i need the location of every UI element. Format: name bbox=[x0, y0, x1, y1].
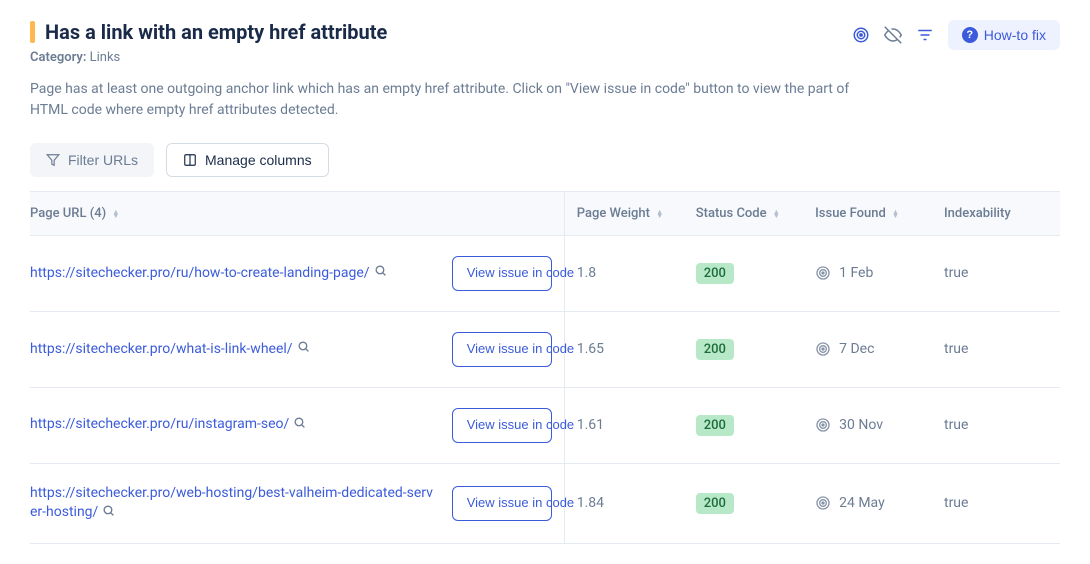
filter-urls-button[interactable]: Filter URLs bbox=[30, 143, 154, 177]
cell-indexability: true bbox=[932, 387, 1060, 463]
th-indexability: Indexability bbox=[932, 192, 1060, 236]
cell-issue-found: 24 May bbox=[803, 463, 932, 543]
manage-columns-button[interactable]: Manage columns bbox=[166, 143, 329, 177]
table-row: https://sitechecker.pro/web-hosting/best… bbox=[30, 463, 1060, 543]
view-issue-button[interactable]: View issue in code bbox=[452, 408, 552, 443]
view-issue-button[interactable]: View issue in code bbox=[452, 256, 552, 291]
issue-date: 30 Nov bbox=[839, 417, 883, 433]
issue-date: 7 Dec bbox=[839, 341, 874, 357]
how-to-fix-button[interactable]: ? How-to fix bbox=[948, 20, 1060, 50]
view-issue-button[interactable]: View issue in code bbox=[452, 332, 552, 367]
severity-indicator bbox=[30, 21, 35, 43]
th-status-code[interactable]: Status Code ▲▼ bbox=[684, 192, 803, 236]
th-issue-found[interactable]: Issue Found ▲▼ bbox=[803, 192, 932, 236]
sort-icon: ▲▼ bbox=[892, 210, 899, 218]
how-to-fix-label: How-to fix bbox=[984, 27, 1046, 43]
magnify-icon[interactable] bbox=[102, 504, 115, 521]
magnify-icon[interactable] bbox=[293, 416, 306, 433]
cell-url: https://sitechecker.pro/what-is-link-whe… bbox=[30, 311, 564, 387]
category-line: Category: Links bbox=[30, 50, 852, 65]
target-icon bbox=[815, 265, 831, 281]
cell-issue-found: 1 Feb bbox=[803, 236, 932, 312]
cell-issue-found: 7 Dec bbox=[803, 311, 932, 387]
filter-urls-label: Filter URLs bbox=[68, 152, 138, 168]
page-url-link[interactable]: https://sitechecker.pro/what-is-link-whe… bbox=[30, 341, 293, 357]
cell-weight: 1.84 bbox=[564, 463, 684, 543]
sort-icon: ▲▼ bbox=[773, 210, 780, 218]
th-page-url[interactable]: Page URL (4) ▲▼ bbox=[30, 192, 564, 236]
cell-issue-found: 30 Nov bbox=[803, 387, 932, 463]
cell-weight: 1.8 bbox=[564, 236, 684, 312]
view-issue-button[interactable]: View issue in code bbox=[452, 486, 552, 521]
sort-icon: ▲▼ bbox=[656, 210, 663, 218]
category-label: Category: bbox=[30, 50, 86, 65]
page-url-link[interactable]: https://sitechecker.pro/ru/instagram-seo… bbox=[30, 416, 289, 432]
category-value: Links bbox=[90, 50, 121, 65]
eye-off-icon[interactable] bbox=[884, 26, 902, 44]
issue-date: 1 Feb bbox=[839, 265, 873, 281]
th-page-weight[interactable]: Page Weight ▲▼ bbox=[564, 192, 684, 236]
cell-indexability: true bbox=[932, 463, 1060, 543]
target-icon bbox=[815, 417, 831, 433]
target-icon bbox=[815, 495, 831, 511]
funnel-icon bbox=[46, 153, 60, 167]
cell-indexability: true bbox=[932, 236, 1060, 312]
issues-table: Page URL (4) ▲▼ Page Weight ▲▼ Status Co… bbox=[30, 191, 1060, 544]
cell-status: 200 bbox=[684, 387, 803, 463]
status-badge: 200 bbox=[696, 339, 734, 360]
cell-url: https://sitechecker.pro/ru/instagram-seo… bbox=[30, 387, 564, 463]
cell-status: 200 bbox=[684, 311, 803, 387]
filter-lines-icon[interactable] bbox=[916, 26, 934, 44]
manage-columns-label: Manage columns bbox=[205, 152, 312, 168]
columns-icon bbox=[183, 153, 197, 167]
page-title: Has a link with an empty href attribute bbox=[45, 20, 387, 44]
table-row: https://sitechecker.pro/what-is-link-whe… bbox=[30, 311, 1060, 387]
status-badge: 200 bbox=[696, 415, 734, 436]
cell-url: https://sitechecker.pro/web-hosting/best… bbox=[30, 463, 564, 543]
issue-description: Page has at least one outgoing anchor li… bbox=[30, 79, 852, 121]
page-url-link[interactable]: https://sitechecker.pro/web-hosting/best… bbox=[30, 485, 433, 521]
table-row: https://sitechecker.pro/ru/instagram-seo… bbox=[30, 387, 1060, 463]
status-badge: 200 bbox=[696, 493, 734, 514]
question-icon: ? bbox=[962, 27, 978, 43]
target-icon[interactable] bbox=[852, 26, 870, 44]
cell-weight: 1.65 bbox=[564, 311, 684, 387]
cell-indexability: true bbox=[932, 311, 1060, 387]
magnify-icon[interactable] bbox=[297, 340, 310, 357]
cell-url: https://sitechecker.pro/ru/how-to-create… bbox=[30, 236, 564, 312]
table-row: https://sitechecker.pro/ru/how-to-create… bbox=[30, 236, 1060, 312]
sort-icon: ▲▼ bbox=[112, 210, 119, 218]
cell-status: 200 bbox=[684, 236, 803, 312]
cell-weight: 1.61 bbox=[564, 387, 684, 463]
issue-date: 24 May bbox=[839, 495, 885, 511]
target-icon bbox=[815, 341, 831, 357]
status-badge: 200 bbox=[696, 263, 734, 284]
page-url-link[interactable]: https://sitechecker.pro/ru/how-to-create… bbox=[30, 265, 370, 281]
magnify-icon[interactable] bbox=[374, 264, 387, 281]
cell-status: 200 bbox=[684, 463, 803, 543]
